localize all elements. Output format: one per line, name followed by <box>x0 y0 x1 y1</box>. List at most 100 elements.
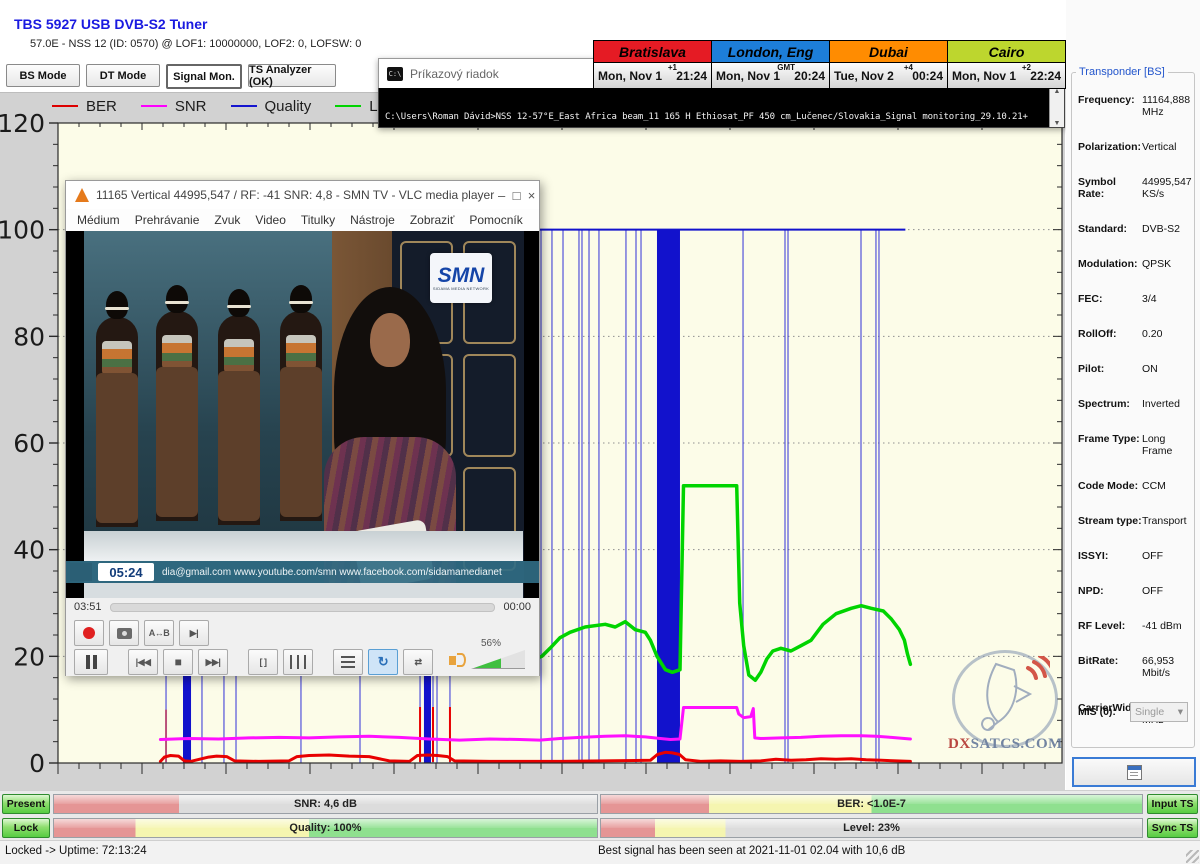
stop-button[interactable]: ■ <box>163 649 193 675</box>
vlc-menu-item[interactable]: Zvuk <box>214 213 240 227</box>
quality-bar: Quality: 100% <box>53 818 598 838</box>
transponder-row-label: FEC: <box>1078 293 1142 305</box>
svg-text:100: 100 <box>0 216 45 245</box>
performer-figure <box>218 315 260 525</box>
ab-loop-icon: A↔B <box>149 628 170 638</box>
total-time: 00:00 <box>503 601 531 613</box>
vlc-menu-item[interactable]: Nástroje <box>350 213 395 227</box>
close-button[interactable]: × <box>524 182 539 208</box>
vlc-menu-item[interactable]: Video <box>255 213 285 227</box>
minimize-button[interactable]: – <box>494 182 509 208</box>
clock-time-row: Mon, Nov 1 +1 21:24 <box>594 63 711 88</box>
vlc-title-bar[interactable]: 11165 Vertical 44995,547 / RF: -41 SNR: … <box>66 181 539 209</box>
transponder-row-value: 3/4 <box>1142 293 1157 305</box>
sync-ts-indicator[interactable]: Sync TS <box>1147 818 1198 838</box>
volume-control[interactable]: 56% <box>449 644 529 672</box>
random-button[interactable]: ⇄ <box>403 649 433 675</box>
input-ts-indicator[interactable]: Input TS <box>1147 794 1198 814</box>
cmd-console: C:\Users\Roman Dávid>NSS 12-57°E_East Af… <box>378 88 1065 128</box>
transponder-panel: Transponder [BS] Frequency: 11164,888 MH… <box>1066 0 1200 790</box>
fullscreen-button[interactable]: [ ] <box>248 649 278 675</box>
tab-ts-analyzer[interactable]: TS Analyzer (OK) <box>248 64 336 87</box>
transponder-row-value: 11164,888 MHz <box>1142 94 1194 118</box>
status-bars-region: Present SNR: 4,6 dB BER: <1.0E-7 Input T… <box>0 790 1200 841</box>
transponder-row-value: 0.20 <box>1142 328 1162 340</box>
volume-slider[interactable] <box>471 650 525 669</box>
equalizer-button[interactable] <box>283 649 313 675</box>
performer-figure <box>156 311 198 521</box>
transponder-row-label: Polarization: <box>1078 141 1142 153</box>
vlc-seek-row: 03:51 00:00 <box>66 598 539 616</box>
record-button[interactable] <box>74 620 104 646</box>
legend-item: Quality <box>231 98 312 115</box>
scroll-down-icon[interactable]: ▼ <box>1054 120 1061 127</box>
legend-line-swatch <box>141 105 167 107</box>
legend-item: BER <box>52 98 117 115</box>
scroll-up-icon[interactable]: ▲ <box>1054 88 1061 95</box>
ab-loop-button[interactable]: A↔B <box>144 620 174 646</box>
camera-icon <box>117 628 132 639</box>
transponder-row: ISSYI: OFF <box>1078 550 1194 562</box>
svg-text:60: 60 <box>13 429 45 458</box>
vlc-menu-item[interactable]: Pomocník <box>469 213 522 227</box>
clock-city: Dubai <box>830 41 947 63</box>
tab-dt-mode[interactable]: DT Mode <box>86 64 160 87</box>
clock-date: Tue, Nov 2 <box>834 69 894 83</box>
pause-button[interactable] <box>74 649 108 675</box>
cmd-command-line: C:\Users\Roman Dávid>NSS 12-57°E_East Af… <box>385 112 1028 122</box>
cmd-scrollbar[interactable]: ▲ ▼ <box>1049 88 1064 127</box>
transponder-row-value: QPSK <box>1142 258 1171 270</box>
transponder-row: BitRate: 66,953 Mbit/s <box>1078 655 1194 679</box>
resize-grip[interactable] <box>1186 850 1199 863</box>
transponder-row-value: Long Frame <box>1142 433 1194 457</box>
clock-utc-offset: GMT <box>777 63 795 72</box>
legend-line-swatch <box>52 105 78 107</box>
svg-text:40: 40 <box>13 536 45 565</box>
transponder-row-label: RollOff: <box>1078 328 1142 340</box>
loop-button[interactable]: ↻ <box>368 649 398 675</box>
next-button[interactable]: ▶▶| <box>198 649 228 675</box>
transponder-row-value: CCM <box>1142 480 1166 492</box>
chart-legend: BER SNR Quality Level <box>52 95 405 117</box>
stop-icon: ■ <box>175 655 182 669</box>
vlc-menu-item[interactable]: Zobraziť <box>410 213 455 227</box>
quality-bar-label: Quality: 100% <box>54 819 597 837</box>
tab-signal-mon[interactable]: Signal Mon. <box>166 64 242 89</box>
legend-item: SNR <box>141 98 207 115</box>
transponder-details-button[interactable] <box>1072 757 1196 787</box>
mis-select[interactable]: Single ▾ <box>1130 702 1188 722</box>
playlist-button[interactable] <box>333 649 363 675</box>
present-indicator[interactable]: Present <box>2 794 50 814</box>
lock-indicator[interactable]: Lock <box>2 818 50 838</box>
chevron-down-icon: ▾ <box>1178 706 1183 718</box>
transponder-row: Spectrum: Inverted <box>1078 398 1194 410</box>
shuffle-icon: ⇄ <box>414 657 421 668</box>
seek-slider[interactable] <box>110 603 496 612</box>
smn-logo-text: SMN <box>438 265 485 286</box>
previous-button[interactable]: |◀◀ <box>128 649 158 675</box>
loop-icon: ↻ <box>378 654 388 670</box>
ber-bar: BER: <1.0E-7 <box>600 794 1143 814</box>
transponder-rows: Frequency: 11164,888 MHz Polarization: V… <box>1078 94 1194 749</box>
vlc-menu-item[interactable]: Prehrávanie <box>135 213 200 227</box>
vlc-menu-item[interactable]: Titulky <box>301 213 335 227</box>
vlc-window: 11165 Vertical 44995,547 / RF: -41 SNR: … <box>65 180 540 676</box>
elapsed-time: 03:51 <box>74 601 102 613</box>
watermark-text: DXSATCS.COM <box>948 736 1062 753</box>
transponder-row-label: Spectrum: <box>1078 398 1142 410</box>
transponder-row: Frame Type: Long Frame <box>1078 433 1194 457</box>
maximize-button[interactable]: □ <box>509 182 524 208</box>
ticker-accent-square <box>70 563 92 581</box>
mis-selected-value: Single <box>1135 706 1164 718</box>
transponder-row: Standard: DVB-S2 <box>1078 223 1194 235</box>
vlc-menu-item[interactable]: Médium <box>77 213 120 227</box>
frame-step-button[interactable]: ▶| <box>179 620 209 646</box>
clock-city: Bratislava <box>594 41 711 63</box>
transponder-row: Code Mode: CCM <box>1078 480 1194 492</box>
transponder-row-value: 44995,547 KS/s <box>1142 176 1194 200</box>
clock-city: Cairo <box>948 41 1065 63</box>
tab-bs-mode[interactable]: BS Mode <box>6 64 80 87</box>
transponder-row-label: ISSYI: <box>1078 550 1142 562</box>
snapshot-button[interactable] <box>109 620 139 646</box>
studio-desk <box>84 531 523 561</box>
